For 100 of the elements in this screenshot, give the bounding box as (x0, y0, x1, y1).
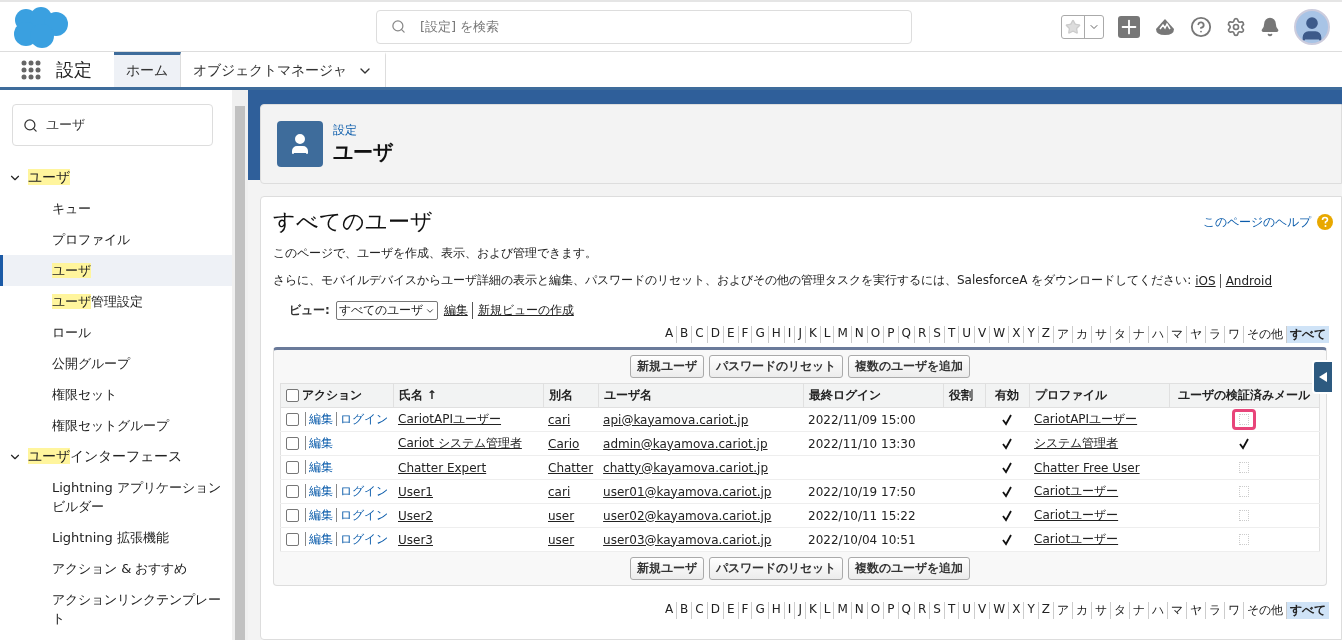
breadcrumb-link[interactable]: 設定 (333, 122, 393, 139)
alphabet-filter[interactable]: Y (1023, 326, 1038, 343)
alphabet-filter[interactable]: S (929, 602, 944, 619)
row-checkbox[interactable] (286, 461, 299, 474)
alphabet-filter[interactable]: H (767, 326, 784, 343)
row-checkbox[interactable] (286, 509, 299, 522)
column-header[interactable]: 氏名 (398, 388, 423, 402)
alphabet-filter[interactable]: P (883, 326, 898, 343)
sidebar-item[interactable]: Lightning 拡張機能 (0, 522, 232, 553)
alphabet-filter[interactable]: J (794, 602, 805, 619)
alias-link[interactable]: user (548, 508, 575, 523)
alphabet-filter[interactable]: O (866, 326, 884, 343)
name-link[interactable]: CariotAPIユーザー (398, 412, 502, 426)
username-link[interactable]: admin@kayamova.cariot.jp (603, 436, 768, 451)
app-link[interactable]: Android (1219, 273, 1273, 288)
alphabet-filter[interactable]: N (850, 326, 867, 343)
alphabet-filter[interactable]: V (974, 326, 990, 343)
alphabet-filter[interactable]: C (691, 326, 707, 343)
alphabet-filter[interactable]: E (723, 326, 738, 343)
alphabet-filter[interactable]: サ (1091, 326, 1110, 343)
help-link[interactable]: このページのヘルプ (1203, 213, 1311, 231)
action-link[interactable]: ログイン (336, 484, 388, 498)
alphabet-filter[interactable]: H (767, 602, 784, 619)
alphabet-filter[interactable]: U (958, 326, 975, 343)
alphabet-filter[interactable]: D (706, 326, 723, 343)
scrollbar[interactable] (232, 90, 248, 640)
alphabet-filter[interactable]: ア (1053, 326, 1072, 343)
alphabet-filter[interactable]: L (819, 602, 834, 619)
alphabet-filter[interactable]: L (819, 326, 834, 343)
profile-link[interactable]: Cariotユーザー (1034, 532, 1119, 546)
alphabet-filter[interactable]: E (723, 602, 738, 619)
alphabet-filter[interactable]: R (914, 326, 930, 343)
action-button[interactable]: 複数のユーザを追加 (848, 557, 970, 580)
action-button[interactable]: 複数のユーザを追加 (848, 355, 970, 378)
alphabet-filter[interactable]: X (1008, 602, 1024, 619)
alphabet-filter[interactable]: ラ (1205, 602, 1224, 619)
alias-link[interactable]: cari (548, 484, 571, 499)
alphabet-filter[interactable]: P (883, 602, 898, 619)
alphabet-filter[interactable]: Z (1037, 602, 1053, 619)
row-checkbox[interactable] (286, 413, 299, 426)
alphabet-filter[interactable]: J (794, 326, 805, 343)
sidebar-item[interactable]: 権限セットグループ (0, 410, 232, 441)
alphabet-filter[interactable]: A (661, 326, 677, 343)
name-link[interactable]: Chatter Expert (398, 460, 487, 475)
alphabet-filter[interactable]: V (974, 602, 990, 619)
username-link[interactable]: user02@kayamova.cariot.jp (603, 508, 772, 523)
alphabet-filter[interactable]: A (661, 602, 677, 619)
sidebar-item[interactable]: 公開グループ (0, 348, 232, 379)
action-button[interactable]: パスワードのリセット (709, 557, 843, 580)
alphabet-filter[interactable]: N (850, 602, 867, 619)
alphabet-filter[interactable]: Q (897, 326, 914, 343)
add-icon[interactable] (1118, 15, 1140, 38)
search-field[interactable]: ユーザ (12, 104, 213, 146)
view-link[interactable]: 新規ビューの作成 (471, 302, 574, 319)
username-link[interactable]: chatty@kayamova.cariot.jp (603, 460, 769, 475)
alias-link[interactable]: Cario (548, 436, 580, 451)
settings-icon[interactable] (1226, 16, 1246, 37)
alphabet-filter[interactable]: カ (1072, 326, 1091, 343)
action-link[interactable]: ログイン (336, 412, 388, 426)
action-link[interactable]: 編集 (305, 460, 333, 474)
action-link[interactable]: 編集 (305, 484, 333, 498)
alphabet-filter[interactable]: ナ (1129, 602, 1148, 619)
alphabet-filter[interactable]: M (833, 326, 851, 343)
alphabet-filter[interactable]: I (783, 326, 795, 343)
name-link[interactable]: Cariot システム管理者 (398, 436, 522, 450)
alphabet-filter[interactable]: マ (1167, 326, 1186, 343)
name-link[interactable]: User2 (398, 508, 433, 523)
profile-link[interactable]: Cariotユーザー (1034, 484, 1119, 498)
alphabet-filter[interactable]: K (804, 602, 820, 619)
name-link[interactable]: User3 (398, 532, 433, 547)
profile-link[interactable]: CariotAPIユーザー (1034, 412, 1138, 426)
alphabet-filter[interactable]: ア (1053, 602, 1072, 619)
avatar[interactable] (1294, 8, 1330, 45)
action-button[interactable]: 新規ユーザ (630, 557, 704, 580)
alphabet-filter[interactable]: ハ (1148, 326, 1167, 343)
search-input[interactable]: [設定] を検索 (418, 18, 897, 35)
action-link[interactable]: ログイン (336, 508, 388, 522)
alias-link[interactable]: Chatter (548, 460, 594, 475)
alphabet-filter[interactable]: マ (1167, 602, 1186, 619)
alphabet-filter[interactable]: S (929, 326, 944, 343)
row-checkbox[interactable] (286, 485, 299, 498)
alphabet-filter[interactable]: W (989, 602, 1009, 619)
nav-tab[interactable]: ホーム (114, 52, 181, 87)
alphabet-filter[interactable]: D (706, 602, 723, 619)
alphabet-filter[interactable]: F (737, 326, 752, 343)
action-link[interactable]: ログイン (336, 532, 388, 546)
cloud-logo[interactable] (12, 5, 70, 48)
alias-link[interactable]: cari (548, 412, 571, 427)
view-select[interactable]: すべてのユーザ (335, 301, 438, 320)
alphabet-filter[interactable]: M (833, 602, 851, 619)
search-input[interactable]: ユーザ (44, 116, 202, 134)
alphabet-filter[interactable]: G (751, 326, 768, 343)
alphabet-filter[interactable]: T (943, 326, 959, 343)
alphabet-filter[interactable]: X (1008, 326, 1024, 343)
alphabet-filter[interactable]: ナ (1129, 326, 1148, 343)
row-checkbox[interactable] (286, 533, 299, 546)
action-link[interactable]: 編集 (305, 508, 333, 522)
alphabet-filter[interactable]: すべて (1286, 602, 1329, 619)
help-icon[interactable] (1190, 15, 1212, 38)
alphabet-filter[interactable]: I (783, 602, 795, 619)
